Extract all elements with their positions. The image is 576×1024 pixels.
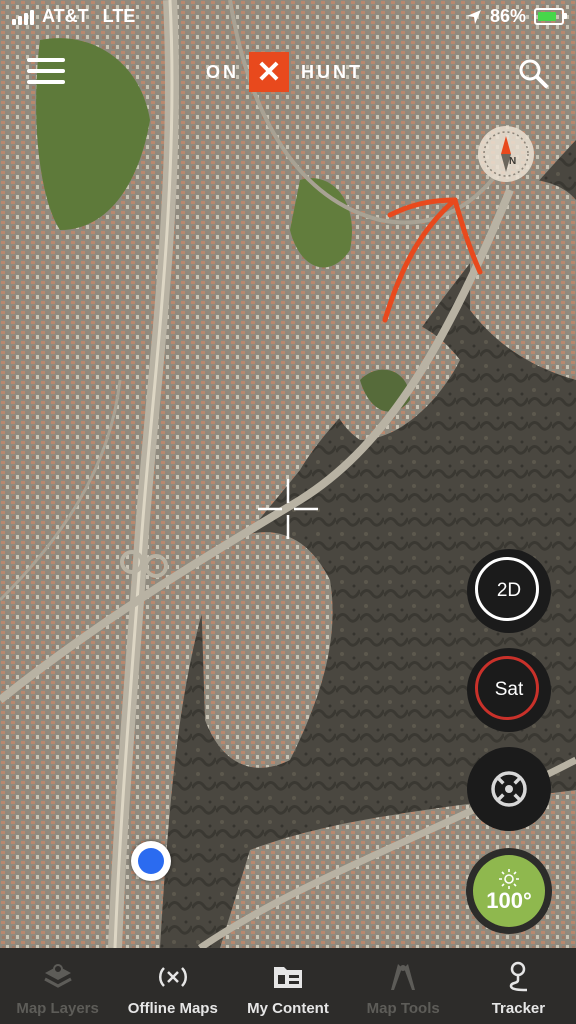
steering-wheel-icon: [491, 771, 527, 807]
view-mode-label: 2D: [496, 580, 522, 601]
weather-button[interactable]: 100°: [466, 848, 552, 934]
network-type: LTE: [102, 6, 136, 26]
compass-button[interactable]: N: [478, 126, 534, 182]
tab-label-my-content: My Content: [247, 1000, 329, 1017]
signal-strength-icon: [12, 9, 34, 25]
battery-percent: 86%: [489, 6, 526, 26]
view-mode-toggle-button[interactable]: 2D: [467, 549, 551, 633]
location-services-icon: [466, 9, 481, 24]
tab-map-tools[interactable]: Map Tools: [346, 948, 461, 1024]
tab-label-map-layers: Map Layers: [16, 1000, 99, 1017]
logo-x-icon: ✕: [249, 52, 289, 92]
bottom-tab-bar: Map Layers Offline Maps My Content Map T…: [0, 948, 576, 1024]
search-icon[interactable]: [517, 57, 549, 89]
logo-text-left: ON: [206, 61, 239, 82]
tab-tracker[interactable]: Tracker: [461, 948, 576, 1024]
drive-mode-button[interactable]: [467, 747, 551, 831]
onx-hunt-logo: ON ✕ HUNT: [206, 52, 363, 92]
tab-map-layers[interactable]: Map Layers: [0, 948, 115, 1024]
battery-icon: [534, 8, 567, 25]
offline-maps-icon: [158, 967, 187, 987]
sun-icon: [499, 869, 519, 889]
tab-label-offline-maps: Offline Maps: [127, 1000, 218, 1017]
tab-label-map-tools: Map Tools: [366, 1000, 440, 1017]
current-location-marker[interactable]: [131, 841, 171, 881]
svg-text:N: N: [509, 156, 516, 167]
carrier-name: AT&T: [42, 6, 89, 26]
compass-icon: N: [483, 131, 529, 177]
map-tools-icon: [391, 964, 416, 990]
layer-mode-label: Sat: [494, 679, 524, 700]
tracker-icon: [510, 961, 528, 992]
my-content-icon: [274, 967, 302, 988]
tab-my-content[interactable]: My Content: [230, 948, 345, 1024]
logo-text-right: HUNT: [301, 61, 363, 82]
temperature-value: 100°: [486, 888, 532, 913]
tab-offline-maps[interactable]: Offline Maps: [115, 948, 230, 1024]
map-layers-icon: [43, 964, 72, 988]
layer-mode-toggle-button[interactable]: Sat: [467, 648, 551, 732]
tab-label-tracker: Tracker: [491, 1000, 546, 1017]
status-bar: AT&T LTE 86%: [0, 0, 576, 34]
map-crosshair-icon: [258, 479, 318, 539]
menu-icon[interactable]: [27, 58, 65, 88]
